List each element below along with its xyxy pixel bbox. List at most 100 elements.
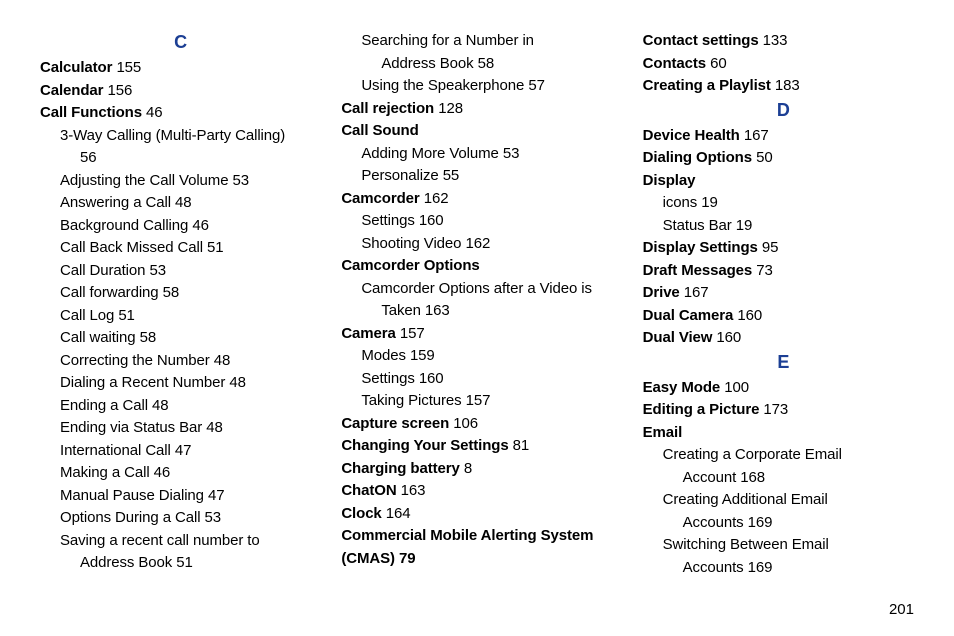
subentry-text: Call Log	[60, 307, 114, 324]
index-subentry: International Call 47	[40, 440, 321, 463]
page-ref: 48	[206, 419, 223, 436]
index-column-1: C Calculator 155 Calendar 156Call Function…	[40, 30, 321, 579]
index-term: Changing Your Settings 81	[341, 435, 622, 458]
page-ref: 183	[775, 77, 800, 94]
page-ref: 128	[438, 100, 463, 117]
term-text: Calculator	[40, 59, 112, 76]
index-subentry: Saving a recent call number toAddress Bo…	[40, 530, 321, 575]
index-subentry: Adding More Volume 53	[341, 143, 622, 166]
page-ref: 60	[710, 55, 727, 72]
term-text: Dual View	[643, 329, 713, 346]
page-ref: 53	[233, 172, 250, 189]
subentry-text: Call Duration	[60, 262, 145, 279]
index-term: Commercial Mobile Alerting System(CMAS) …	[341, 525, 622, 570]
term-text: Email	[643, 424, 683, 441]
subentry-text: Answering a Call	[60, 194, 171, 211]
page-ref: 163	[401, 482, 426, 499]
subentry-text: Status Bar	[663, 217, 732, 234]
page-ref: 55	[443, 167, 460, 184]
page-ref: 162	[424, 190, 449, 207]
index-subentry: Call forwarding 58	[40, 282, 321, 305]
term-text: Display	[643, 172, 696, 189]
index-subentry: Settings 160	[341, 368, 622, 391]
term-text: Camcorder Options	[341, 257, 479, 274]
page-ref: 47	[208, 487, 225, 504]
subentry-text: Using the Speakerphone	[361, 77, 524, 94]
term-text: Charging battery	[341, 460, 459, 477]
page-ref: 51	[118, 307, 135, 324]
index-subentry: Call Duration 53	[40, 260, 321, 283]
term-text: Easy Mode	[643, 379, 720, 396]
subentry-text: Dialing a Recent Number	[60, 374, 225, 391]
term-text: Creating a Playlist	[643, 77, 771, 94]
term-text: (CMAS) 79	[341, 550, 415, 567]
term-text: Device Health	[643, 127, 740, 144]
index-term: Camcorder 162	[341, 188, 622, 211]
index-column-3: Contact settings 133Contacts 60Creating …	[643, 30, 924, 579]
term-text: Clock	[341, 505, 381, 522]
page-ref: 47	[175, 442, 192, 459]
page-ref: 46	[154, 464, 171, 481]
section-letter: E	[643, 352, 924, 373]
term-text: Camera	[341, 325, 395, 342]
term-text: Dialing Options	[643, 149, 752, 166]
index-term: Email	[643, 422, 924, 445]
page-ref: 160	[737, 307, 762, 324]
subentry-text: Taking Pictures	[361, 392, 461, 409]
term-text: Draft Messages	[643, 262, 752, 279]
page-ref: 173	[763, 401, 788, 418]
index-term: Calendar 156	[40, 80, 321, 103]
page-ref: 160	[419, 212, 444, 229]
page-ref: 162	[465, 235, 490, 252]
index-subentry: Switching Between EmailAccounts 169	[643, 534, 924, 579]
term-text: Call rejection	[341, 100, 434, 117]
index-subentry: Adjusting the Call Volume 53	[40, 170, 321, 193]
index-subentry: Searching for a Number inAddress Book 58	[341, 30, 622, 75]
index-term: Dual Camera 160	[643, 305, 924, 328]
index-subentry: Creating a Corporate EmailAccount 168	[643, 444, 924, 489]
index-term: Call Sound	[341, 120, 622, 143]
page-ref: 160	[419, 370, 444, 387]
index-column-2: Searching for a Number inAddress Book 58…	[341, 30, 622, 579]
index-subentry: Call Log 51	[40, 305, 321, 328]
subentry-text: Call forwarding	[60, 284, 159, 301]
index-term: Charging battery 8	[341, 458, 622, 481]
subentry-text: Modes	[361, 347, 406, 364]
page-ref: 164	[386, 505, 411, 522]
term-text: Capture screen	[341, 415, 449, 432]
subentry-text: Making a Call	[60, 464, 150, 481]
term-text: Display Settings	[643, 239, 758, 256]
page-ref: 48	[152, 397, 169, 414]
page-ref: 53	[149, 262, 166, 279]
section-letter: C	[40, 32, 321, 53]
index-term: Creating a Playlist 183	[643, 75, 924, 98]
page-ref: 57	[528, 77, 545, 94]
page-ref: 51	[207, 239, 224, 256]
page-ref: 159	[410, 347, 435, 364]
index-term: ChatON 163	[341, 480, 622, 503]
subentry-text: Ending a Call	[60, 397, 148, 414]
index-term: Dual View 160	[643, 327, 924, 350]
index-term: Drive 167	[643, 282, 924, 305]
page-ref: 48	[214, 352, 231, 369]
index-term: Contacts 60	[643, 53, 924, 76]
page-ref: 19	[701, 194, 718, 211]
page-ref: 58	[163, 284, 180, 301]
index-term: Draft Messages 73	[643, 260, 924, 283]
subentry-text: Adding More Volume	[361, 145, 498, 162]
page-ref: 155	[116, 59, 141, 76]
index-subentry: Manual Pause Dialing 47	[40, 485, 321, 508]
index-subentry: Shooting Video 162	[341, 233, 622, 256]
subentry-text: Settings	[361, 370, 414, 387]
subentry-text: Personalize	[361, 167, 438, 184]
index-term: Clock 164	[341, 503, 622, 526]
index-subentry: Status Bar 19	[643, 215, 924, 238]
index-subentry: Background Calling 46	[40, 215, 321, 238]
index-term: Call Functions 46	[40, 102, 321, 125]
index-term: Display	[643, 170, 924, 193]
page-ref: 157	[466, 392, 491, 409]
index-term: Device Health 167	[643, 125, 924, 148]
page-ref: 53	[503, 145, 520, 162]
page-ref: 46	[146, 104, 163, 121]
page-ref: 46	[192, 217, 209, 234]
